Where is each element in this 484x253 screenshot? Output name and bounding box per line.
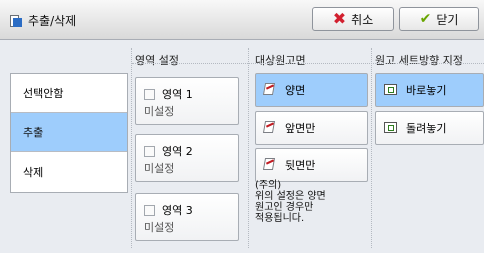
window-title: 추출/삭제: [10, 12, 76, 29]
back-only-option-button[interactable]: 뒷면만: [255, 148, 368, 182]
duplex-document-icon: [264, 83, 276, 97]
option-label: 양면: [285, 84, 306, 97]
option-label: 돌려놓기: [406, 122, 447, 135]
area-1-button[interactable]: 영역 1 미설정: [135, 77, 239, 125]
area-name: 영역 3: [162, 204, 193, 217]
check-icon: ✔: [419, 11, 432, 27]
portrait-orientation-icon: [384, 83, 400, 97]
area-label: 영역 1: [144, 86, 193, 102]
menu-item-label: 선택안함: [23, 87, 64, 100]
rotated-orientation-icon: [384, 121, 400, 135]
area-name: 영역 1: [162, 88, 193, 101]
caution-note: (주의) 위의 설정은 양면 원고인 경우만 적용됩니다.: [255, 180, 326, 224]
back-document-icon: [264, 158, 276, 172]
checkbox-icon: [144, 204, 155, 216]
option-label: 뒷면만: [285, 159, 316, 172]
area-status: 미설정: [144, 221, 175, 234]
option-label: 바로놓기: [406, 84, 447, 97]
menu-item-delete[interactable]: 삭제: [11, 152, 127, 191]
cancel-label: 취소: [351, 12, 374, 27]
front-document-icon: [264, 121, 276, 135]
area-label: 영역 2: [144, 143, 193, 159]
heading-target-doc-side: 대상원고면: [255, 54, 306, 67]
menu-item-label: 추출: [23, 126, 44, 139]
area-status: 미설정: [144, 162, 175, 175]
area-label: 영역 3: [144, 202, 193, 218]
close-button[interactable]: ✔ 닫기: [399, 7, 479, 31]
area-3-button[interactable]: 영역 3 미설정: [135, 193, 239, 241]
menu-item-extract[interactable]: 추출: [11, 113, 127, 152]
option-label: 앞면만: [285, 122, 316, 135]
menu-item-label: 삭제: [23, 165, 44, 179]
front-only-option-button[interactable]: 앞면만: [255, 111, 368, 145]
menu-item-none[interactable]: 선택안함: [11, 74, 127, 113]
checkbox-icon: [144, 88, 155, 100]
cancel-icon: ✖: [332, 9, 347, 28]
cancel-button[interactable]: ✖ 취소: [312, 7, 394, 31]
rotated-orientation-button[interactable]: 돌려놓기: [375, 111, 484, 145]
divider: [132, 63, 484, 64]
close-label: 닫기: [436, 12, 459, 27]
left-menu: 선택안함 추출 삭제: [10, 73, 128, 193]
heading-orientation: 원고 세트방향 지정: [375, 54, 463, 67]
checkbox-icon: [144, 145, 155, 157]
area-2-button[interactable]: 영역 2 미설정: [135, 134, 239, 182]
divider: [371, 48, 372, 248]
duplex-option-button[interactable]: 양면: [255, 73, 368, 107]
divider: [248, 48, 249, 248]
area-name: 영역 2: [162, 145, 193, 158]
title-bar: 추출/삭제 ✖ 취소 ✔ 닫기: [0, 0, 484, 40]
portrait-orientation-button[interactable]: 바로놓기: [375, 73, 484, 107]
area-status: 미설정: [144, 105, 175, 118]
window-title-text: 추출/삭제: [28, 14, 77, 28]
heading-area-setting: 영역 설정: [135, 54, 179, 67]
divider: [131, 48, 132, 248]
document-icon: [10, 14, 22, 27]
